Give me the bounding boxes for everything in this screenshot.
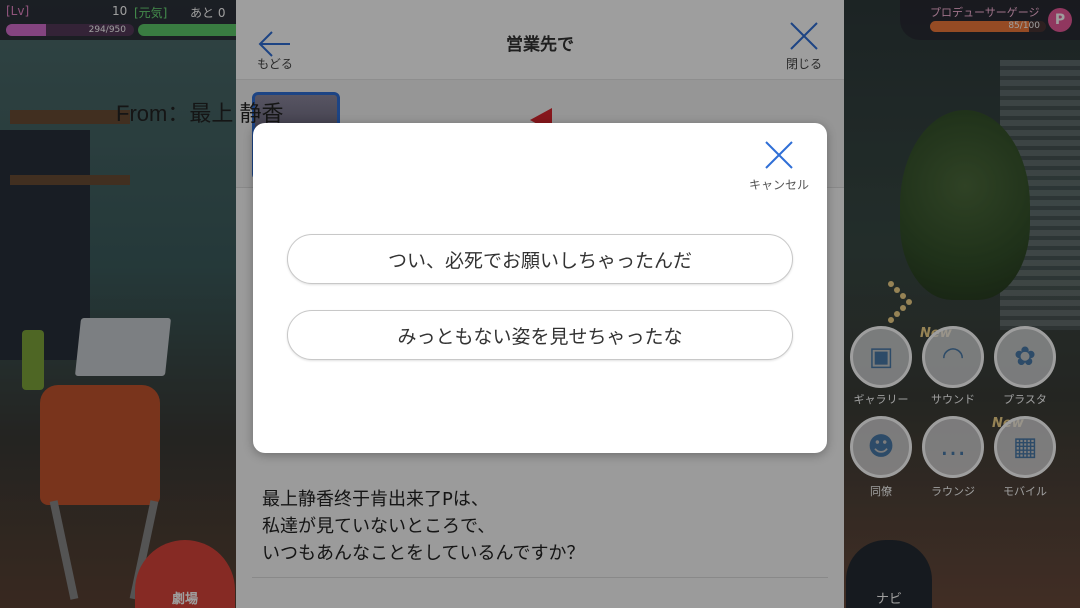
reply-choice-button[interactable]: みっともない姿を見せちゃったな: [287, 310, 793, 360]
cancel-label: キャンセル: [748, 178, 809, 192]
reply-choice-button[interactable]: つい、必死でお願いしちゃったんだ: [287, 234, 793, 284]
reply-choice-dialog: キャンセル つい、必死でお願いしちゃったんだ みっともない姿を見せちゃったな: [253, 123, 827, 453]
close-icon: [765, 141, 793, 169]
cancel-button[interactable]: キャンセル: [739, 131, 819, 192]
